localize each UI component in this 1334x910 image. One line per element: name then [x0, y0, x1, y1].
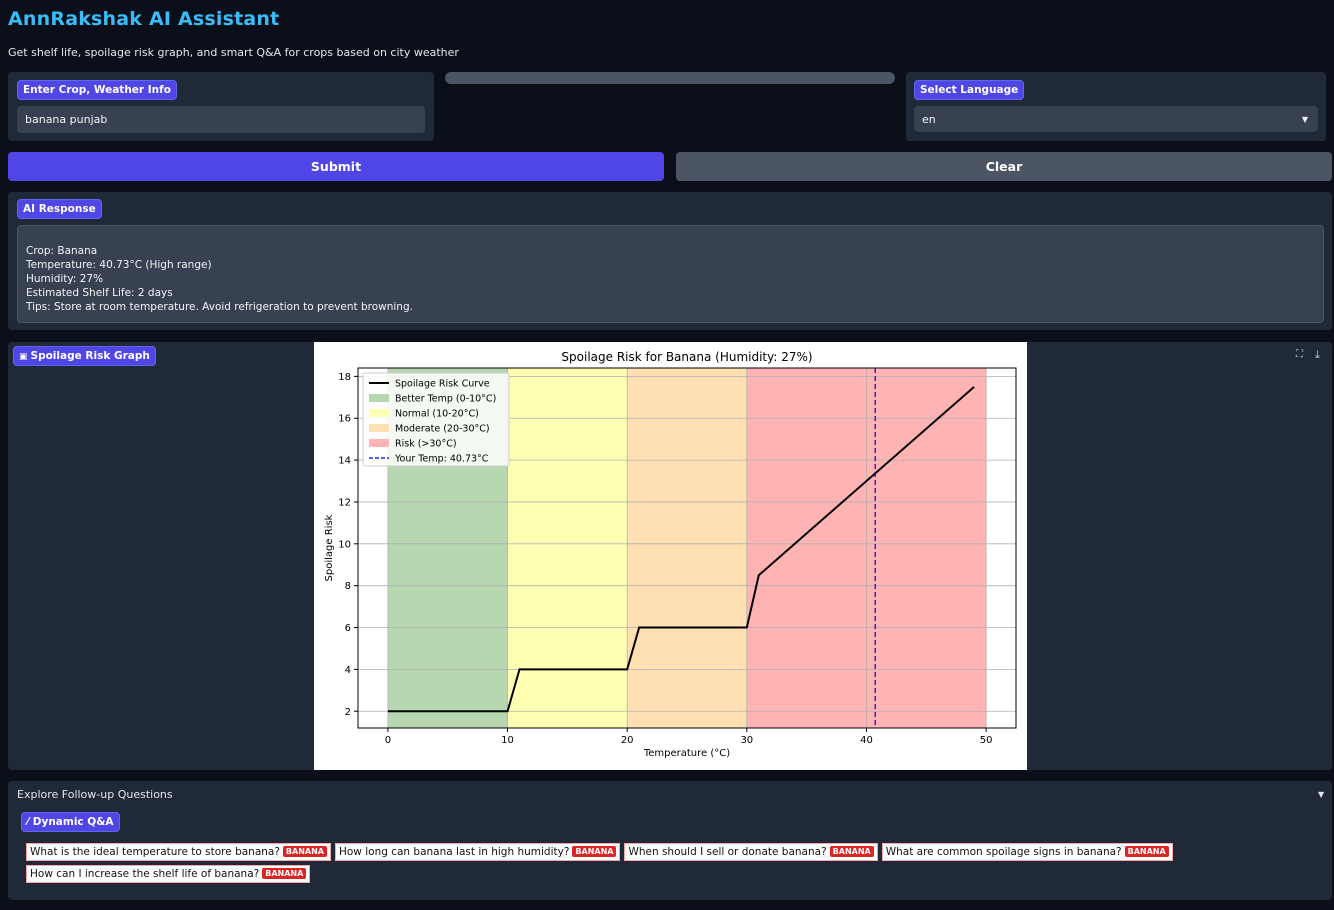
wand-icon: ⁄ — [27, 816, 29, 828]
graph-panel: ▣ Spoilage Risk Graph ⛶ ⤓ 0 10 20 30 40 50 2 4 6 8… — [8, 342, 1332, 770]
y-tick-label: 6 — [345, 623, 351, 634]
followup-accordion-title[interactable]: Explore Follow-up Questions — [17, 788, 173, 801]
followup-question[interactable]: What are common spoilage signs in banana… — [881, 843, 1173, 861]
x-tick-label: 20 — [621, 735, 634, 746]
response-line: Estimated Shelf Life: 2 days — [26, 287, 173, 299]
question-text: How can I increase the shelf life of ban… — [30, 868, 260, 880]
legend-swatch — [369, 394, 389, 402]
image-icon: ▣ — [19, 352, 28, 362]
graph-label: ▣ Spoilage Risk Graph — [13, 346, 156, 366]
response-text: Crop: Banana Temperature: 40.73°C (High … — [17, 225, 1324, 323]
legend-label: Risk (>30°C) — [395, 439, 457, 450]
loading-bar — [445, 72, 895, 84]
language-selected-value: en — [922, 112, 936, 126]
x-tick-label: 50 — [980, 735, 993, 746]
legend-label: Your Temp: 40.73°C — [394, 454, 489, 465]
legend-label: Normal (10-20°C) — [395, 409, 479, 420]
x-tick-label: 30 — [740, 735, 753, 746]
clear-button[interactable]: Clear — [676, 152, 1332, 181]
submit-button[interactable]: Submit — [8, 152, 664, 181]
y-tick-label: 14 — [338, 456, 351, 467]
followup-question[interactable]: How can I increase the shelf life of ban… — [26, 865, 311, 883]
crop-tag: BANANA — [829, 846, 874, 857]
chart-title: Spoilage Risk for Banana (Humidity: 27%) — [561, 350, 812, 364]
legend-swatch — [369, 424, 389, 432]
question-text: How long can banana last in high humidit… — [338, 846, 570, 858]
app-title: AnnRakshak AI Assistant — [8, 8, 280, 30]
accordion-toggle-icon[interactable]: ▼ — [1318, 790, 1324, 799]
language-panel: Select Language en ▼ — [906, 72, 1326, 141]
x-tick-label: 10 — [501, 735, 514, 746]
question-text: What are common spoilage signs in banana… — [885, 846, 1122, 858]
y-axis-label: Spoilage Risk — [324, 514, 335, 581]
response-line: Humidity: 27% — [26, 273, 104, 285]
dynamic-qa-label: ⁄ Dynamic Q&A — [21, 812, 120, 832]
language-select[interactable]: en ▼ — [914, 106, 1318, 132]
y-tick-label: 4 — [345, 665, 351, 676]
y-tick-label: 8 — [345, 581, 351, 592]
app-subtitle: Get shelf life, spoilage risk graph, and… — [8, 46, 459, 59]
crop-tag: BANANA — [282, 846, 327, 857]
followup-question[interactable]: How long can banana last in high humidit… — [334, 843, 621, 861]
question-text: When should I sell or donate banana? — [628, 846, 827, 858]
y-tick-label: 16 — [338, 414, 351, 425]
crop-input[interactable] — [17, 106, 425, 133]
spoilage-risk-chart: 0 10 20 30 40 50 2 4 6 8 10 12 14 16 18 Spoilage Risk f… — [324, 350, 1017, 759]
response-panel: AI Response Crop: Banana Temperature: 40… — [8, 192, 1332, 330]
question-text: What is the ideal temperature to store b… — [30, 846, 280, 858]
crop-tag: BANANA — [572, 846, 617, 857]
legend-label: Moderate (20-30°C) — [395, 424, 490, 435]
response-line: Temperature: 40.73°C (High range) — [26, 259, 212, 271]
y-tick-label: 10 — [338, 539, 351, 550]
response-line: Crop: Banana — [26, 245, 98, 257]
crop-tag: BANANA — [1124, 846, 1169, 857]
x-tick-label: 0 — [385, 735, 391, 746]
response-label: AI Response — [17, 199, 102, 219]
crop-input-label: Enter Crop, Weather Info — [17, 80, 177, 100]
y-tick-label: 2 — [345, 707, 351, 718]
chart-image: 0 10 20 30 40 50 2 4 6 8 10 12 14 16 18 Spoilage Risk f… — [314, 342, 1027, 770]
legend-label: Spoilage Risk Curve — [395, 379, 490, 390]
chevron-down-icon: ▼ — [1301, 114, 1308, 124]
zone-band — [627, 368, 747, 728]
crop-input-panel: Enter Crop, Weather Info — [8, 72, 434, 141]
legend-label: Better Temp (0-10°C) — [395, 394, 496, 405]
response-line: Tips: Store at room temperature. Avoid r… — [26, 301, 413, 313]
y-tick-label: 18 — [338, 372, 351, 383]
followup-panel: Explore Follow-up Questions ▼ ⁄ Dynamic Q… — [8, 781, 1332, 900]
download-icon[interactable]: ⤓ — [1315, 348, 1320, 362]
x-tick-label: 40 — [860, 735, 873, 746]
y-tick-label: 12 — [338, 497, 351, 508]
crop-tag: BANANA — [262, 868, 307, 879]
legend-swatch — [369, 409, 389, 417]
zone-band — [507, 368, 628, 728]
language-label: Select Language — [914, 80, 1025, 100]
x-axis-label: Temperature (°C) — [643, 748, 730, 759]
fullscreen-icon[interactable]: ⛶ — [1296, 349, 1303, 360]
questions-area: What is the ideal temperature to store b… — [26, 841, 1316, 885]
followup-question[interactable]: When should I sell or donate banana? BANA… — [624, 843, 878, 861]
followup-question[interactable]: What is the ideal temperature to store b… — [26, 843, 331, 861]
legend-swatch — [369, 439, 389, 447]
